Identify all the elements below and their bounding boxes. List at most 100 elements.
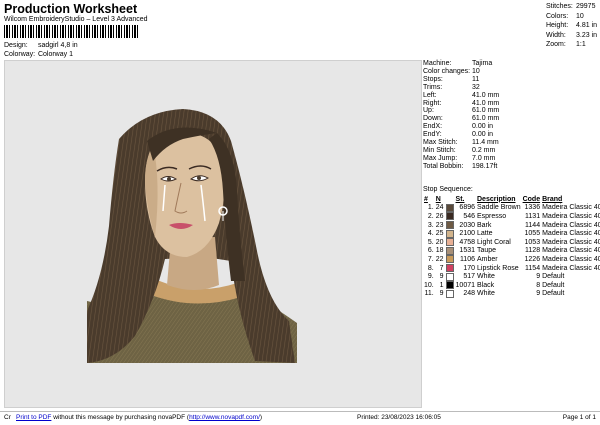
design-label: Design: (4, 42, 28, 49)
table-row: 11. 9 248 White 9 Default (423, 289, 600, 299)
prop-value: 32 (472, 83, 480, 91)
color-swatch (445, 238, 454, 247)
cell-st: 4758 (459, 238, 475, 246)
prop-value: 41.0 mm (472, 99, 500, 107)
prop-value: 198.17ft (472, 162, 498, 170)
cell-desc: White (477, 290, 495, 298)
prop-value: 0.00 in (472, 131, 494, 139)
footer-msg-end: ) (259, 414, 263, 421)
table-header-row: # N St. Description Code Brand (423, 195, 600, 204)
color-swatch (445, 229, 454, 238)
stat-label: Width: (546, 31, 566, 39)
prop-value: 61.0 mm (472, 107, 500, 115)
col-brand: Brand (542, 195, 563, 203)
prop-label: Color changes: (423, 67, 471, 75)
col-n: N (435, 195, 441, 203)
cell-code: 1336 (524, 204, 541, 212)
embroidery-portrait-illustration (87, 109, 297, 363)
prop-label: Total Bobbin: (423, 162, 464, 170)
footer-corner-text: Cr (4, 414, 11, 421)
stat-value: 1:1 (576, 41, 586, 49)
prop-label: Right: (423, 99, 442, 107)
prop-row: Stops: 11 (423, 76, 598, 84)
prop-value: 7.0 mm (472, 154, 496, 162)
cell-n: 23 (435, 221, 444, 229)
color-swatch (445, 281, 454, 290)
prop-label: Up: (423, 107, 434, 115)
cell-desc: Black (477, 281, 495, 289)
col-num: # (424, 195, 428, 203)
prop-value: 10 (472, 67, 480, 75)
table-row: 10. 1 10071 Black 8 Default (423, 281, 600, 290)
color-swatch (445, 212, 454, 221)
cell-n: 20 (435, 238, 444, 246)
cell-desc: Light Coral (477, 238, 511, 246)
stat-label: Stitches: (546, 3, 573, 10)
cell-st: 517 (463, 273, 475, 281)
software-subtitle: Wilcom EmbroideryStudio – Level 3 Advanc… (4, 16, 148, 23)
cell-n: 7 (439, 264, 444, 272)
cell-num: 5. (427, 238, 434, 246)
prop-row: Min Stitch: 0.2 mm (423, 147, 598, 155)
prop-value: 61.0 mm (472, 115, 500, 123)
cell-brand: Default (542, 273, 565, 281)
cell-num: 4. (427, 230, 434, 238)
cell-st: 10071 (455, 281, 475, 289)
prop-row: Total Bobbin: 198.17ft (423, 163, 598, 171)
cell-brand: Madeira Classic 40 (542, 238, 600, 246)
design-value: sadgirl 4,8 in (37, 42, 78, 49)
cell-code: 1053 (524, 238, 541, 246)
cell-num: 10. (424, 281, 434, 289)
stats-panel: Stitches: 29975 Colors: 10 Height: 4.81 in … (546, 2, 597, 50)
stat-value: 3.23 in (576, 31, 598, 39)
cell-num: 9. (427, 273, 434, 281)
cell-num: 11. (424, 290, 434, 298)
stat-row: Zoom: 1:1 (546, 40, 597, 50)
table-row: 1. 24 6896 Saddle Brown 1336 Madeira Classic … (423, 203, 600, 213)
cell-n: 9 (439, 290, 444, 298)
table-row: 4. 25 2100 Latte 1055 Madeira Classic 40 (423, 229, 600, 238)
cell-code: 1226 (524, 255, 541, 263)
stat-row: Colors: 10 (546, 12, 597, 22)
cell-n: 9 (439, 273, 444, 281)
table-row: 9. 9 517 White 9 Default (423, 272, 600, 281)
prop-label: EndY: (423, 131, 442, 139)
barcode (4, 25, 139, 38)
color-swatch (445, 203, 454, 212)
cell-st: 6896 (459, 204, 475, 212)
cell-num: 8. (427, 264, 434, 272)
prop-label: Machine: (423, 60, 452, 67)
cell-n: 24 (435, 204, 444, 212)
prop-label: Down: (423, 115, 443, 123)
cell-code: 1144 (525, 221, 541, 229)
col-code: Code (522, 195, 541, 203)
prop-label: Min Stitch: (423, 146, 456, 154)
cell-code: 8 (536, 281, 541, 289)
color-swatch-cell (445, 264, 455, 273)
table-row: 2. 26 546 Espresso 1131 Madeira Classic 40 (423, 212, 600, 221)
cell-brand: Madeira Classic 40 (542, 204, 600, 212)
color-swatch (445, 289, 454, 298)
footer-bar: Cr Print to PDF without this message by … (0, 411, 600, 425)
prop-row: Left: 41.0 mm (423, 92, 598, 100)
stat-row: Stitches: 29975 (546, 2, 597, 12)
prop-value: 41.0 mm (472, 91, 500, 99)
cell-num: 1. (427, 204, 434, 212)
cell-st: 546 (463, 212, 475, 220)
novapdf-link[interactable]: http://www.novapdf.com/ (189, 414, 260, 421)
cell-desc: Espresso (477, 212, 507, 220)
stat-value: 10 (576, 12, 584, 20)
color-swatch-cell (445, 229, 455, 238)
cell-n: 26 (435, 212, 444, 220)
print-to-pdf-link[interactable]: Print to PDF (16, 414, 51, 421)
prop-label: Stops: (423, 75, 443, 83)
color-swatch-cell (445, 255, 455, 264)
prop-value: Tajima (472, 60, 493, 67)
stat-row: Height: 4.81 in (546, 21, 597, 31)
footer-msg-text: without this message by purchasing novaP… (51, 414, 190, 421)
cell-desc: Latte (477, 230, 493, 238)
prop-row: Machine: Tajima (423, 60, 598, 68)
cell-brand: Madeira Classic 40 (542, 255, 600, 263)
color-swatch (445, 264, 454, 273)
prop-row: Color changes: 10 (423, 68, 598, 76)
